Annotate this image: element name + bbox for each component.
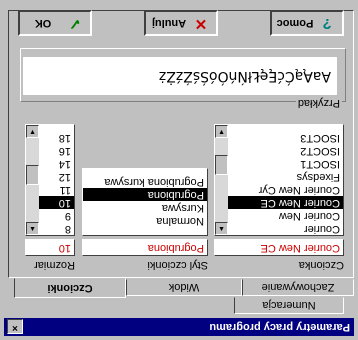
ok-label: OK xyxy=(34,17,52,29)
screen: Parametry pracy programu × Numeracja Zac… xyxy=(0,0,358,340)
list-item[interactable]: Courier New xyxy=(215,209,343,222)
help-label: Pomoc xyxy=(276,17,314,29)
title-bar[interactable]: Parametry pracy programu × xyxy=(4,318,354,336)
preview-text: AaĄąĆćĘęŁłŃńÓóŚśŹźŻż xyxy=(23,57,337,95)
scroll-up-icon[interactable]: ▲ xyxy=(215,222,228,235)
x-icon: ✕ xyxy=(194,15,208,32)
style-label: Styl czcionki xyxy=(147,259,208,271)
list-item[interactable]: ISOCT1 xyxy=(215,157,343,170)
list-item[interactable]: Pogrubiona xyxy=(83,188,207,201)
font-field[interactable]: Courier New CE xyxy=(214,239,344,256)
list-item[interactable]: ISOCT3 xyxy=(215,131,343,144)
size-field[interactable]: 10 xyxy=(25,239,75,256)
list-item[interactable]: Courier xyxy=(215,222,343,235)
size-scrollbar[interactable]: ▲ ▼ xyxy=(26,125,39,235)
tab-czcionki[interactable]: Czcionki xyxy=(14,278,126,298)
help-button[interactable]: ? Pomoc xyxy=(270,10,344,36)
list-item[interactable]: Fixedsys xyxy=(215,170,343,183)
font-label: Czcionka xyxy=(298,259,344,271)
style-field[interactable]: Pogrubiona xyxy=(82,239,208,256)
tab-numeracja[interactable]: Numeracja xyxy=(234,297,344,314)
close-icon[interactable]: × xyxy=(7,319,23,334)
scroll-down-icon[interactable]: ▼ xyxy=(215,125,228,138)
font-scrollbar[interactable]: ▲ ▼ xyxy=(215,125,228,235)
size-label: Rozmiar xyxy=(34,259,75,271)
preview-label: Przykład xyxy=(295,97,342,109)
question-icon: ? xyxy=(322,15,332,32)
scroll-down-icon[interactable]: ▼ xyxy=(26,125,39,138)
list-item[interactable]: Pogrubiona kursywa xyxy=(83,175,207,188)
scroll-up-icon[interactable]: ▲ xyxy=(26,222,39,235)
font-list-items: Courier Courier New Courier New CE Couri… xyxy=(215,131,343,235)
preview-group: AaĄąĆćĘęŁłŃńÓóŚśŹźŻż xyxy=(20,48,346,102)
tab-zachowywanie[interactable]: Zachowywanie xyxy=(242,279,354,296)
tab-widok[interactable]: Widok xyxy=(126,279,242,296)
cancel-button[interactable]: ✕ Anuluj xyxy=(144,10,218,36)
cancel-label: Anuluj xyxy=(151,17,187,29)
ok-button[interactable]: ✓ OK xyxy=(18,10,92,36)
scroll-thumb[interactable] xyxy=(26,165,39,185)
window-title: Parametry pracy programu xyxy=(209,321,350,333)
list-item[interactable]: Normalna xyxy=(83,214,207,227)
style-list[interactable]: Normalna Kursywa Pogrubiona Pogrubiona k… xyxy=(82,168,208,236)
size-list[interactable]: 8 9 10 11 12 14 16 18 ▲ ▼ xyxy=(25,124,75,236)
list-item[interactable]: Courier New Cyr xyxy=(215,183,343,196)
dialog: Parametry pracy programu × Numeracja Zac… xyxy=(0,0,358,340)
font-list[interactable]: Courier Courier New Courier New CE Couri… xyxy=(214,124,344,236)
list-item[interactable]: ISOCT2 xyxy=(215,144,343,157)
list-item[interactable]: Kursywa xyxy=(83,201,207,214)
list-item[interactable]: Courier New CE xyxy=(215,196,343,209)
scroll-thumb[interactable] xyxy=(215,155,228,175)
check-icon: ✓ xyxy=(68,15,82,32)
